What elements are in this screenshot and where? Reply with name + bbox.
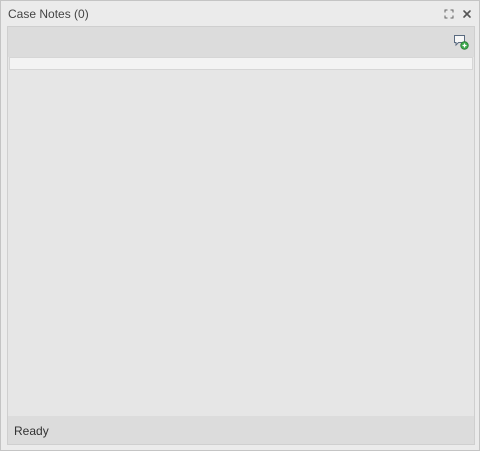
maximize-icon[interactable]: [443, 8, 455, 20]
notes-header-row: [9, 57, 473, 70]
notes-toolbar: [8, 27, 474, 57]
close-icon[interactable]: [461, 8, 473, 20]
add-note-button[interactable]: [453, 34, 469, 50]
notes-list[interactable]: [8, 71, 474, 416]
add-note-icon: [454, 35, 469, 50]
window-controls: [443, 7, 473, 21]
window-title: Case Notes (0): [8, 7, 89, 21]
notes-panel: Ready: [7, 26, 475, 445]
title-bar[interactable]: Case Notes (0): [1, 1, 479, 26]
case-notes-window: Case Notes (0) Ready: [0, 0, 480, 451]
status-bar: Ready: [8, 416, 474, 444]
status-text: Ready: [14, 424, 49, 438]
